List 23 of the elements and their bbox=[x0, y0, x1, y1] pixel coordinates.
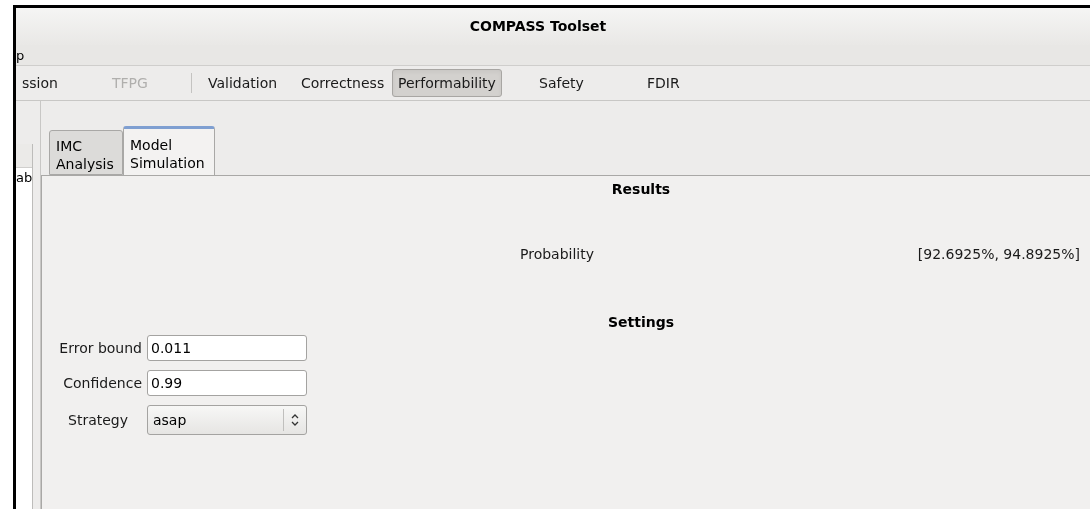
section-heading: Settings bbox=[607, 313, 675, 332]
window-title: COMPASS Toolset bbox=[469, 17, 607, 36]
tab[interactable]: Model Simulation bbox=[123, 126, 215, 175]
field-label: Error bound bbox=[59, 338, 142, 358]
input-field[interactable]: 0.99 bbox=[147, 370, 307, 396]
toolbar-button[interactable]: Validation bbox=[202, 69, 284, 97]
select-field[interactable]: asap bbox=[147, 405, 307, 435]
field-label: Strategy bbox=[68, 410, 128, 430]
list-header bbox=[16, 144, 32, 168]
field-label: Confidence bbox=[63, 373, 142, 393]
tab[interactable]: IMC Analysis bbox=[49, 130, 123, 175]
toolbar-button[interactable]: FDIR bbox=[641, 69, 686, 97]
spin-arrows-icon bbox=[290, 413, 300, 427]
toolbar-button[interactable]: ssion bbox=[16, 69, 64, 97]
list-item[interactable]: ab bbox=[16, 168, 32, 188]
result-label: Probability bbox=[520, 244, 594, 264]
result-value: [92.6925%, 94.8925%] bbox=[917, 244, 1080, 264]
section-heading: Results bbox=[611, 180, 671, 199]
toolbar-button[interactable]: Performability bbox=[392, 69, 502, 97]
toolbar-button[interactable]: Safety bbox=[533, 69, 590, 97]
toolbar-button[interactable]: Correctness bbox=[295, 69, 391, 97]
input-field[interactable]: 0.011 bbox=[147, 335, 307, 361]
menu-item[interactable]: p bbox=[16, 48, 25, 62]
